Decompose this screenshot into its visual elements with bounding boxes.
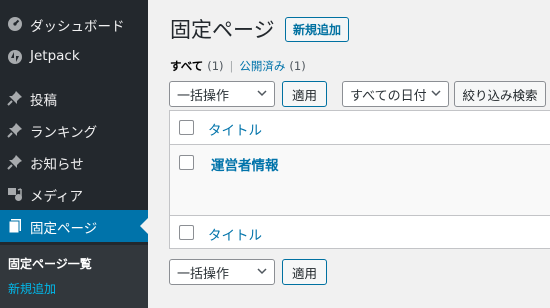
- table-footer: タイトル: [170, 215, 550, 249]
- menu-item-news[interactable]: お知らせ: [0, 146, 148, 178]
- row-checkbox[interactable]: [179, 155, 194, 170]
- menu-item-ranking[interactable]: ランキング: [0, 114, 148, 146]
- media-icon: [6, 185, 24, 203]
- table-header: タイトル: [170, 111, 550, 145]
- filter-published[interactable]: 公開済み: [239, 58, 285, 74]
- submenu-all-pages[interactable]: 固定ページ一覧: [8, 255, 92, 272]
- bulk-action-select-top[interactable]: 一括操作: [169, 81, 275, 107]
- table-row: 運営者情報: [170, 145, 550, 215]
- menu-label: ランキング: [30, 125, 98, 141]
- page-title: 固定ページ: [170, 18, 275, 42]
- admin-sidebar: ダッシュボード Jetpack 投稿 ランキング お知らせ メディア 固定ページ…: [0, 0, 148, 308]
- pages-submenu: 固定ページ一覧 新規追加: [0, 245, 148, 308]
- select-all-checkbox[interactable]: [179, 120, 194, 135]
- submenu-add-new[interactable]: 新規追加: [8, 280, 56, 297]
- menu-item-pages[interactable]: 固定ページ: [0, 210, 148, 242]
- menu-label: Jetpack: [30, 48, 80, 64]
- apply-button-bottom[interactable]: 適用: [282, 259, 327, 285]
- page-title-link[interactable]: 運営者情報: [211, 154, 279, 174]
- menu-item-jetpack[interactable]: Jetpack: [0, 41, 148, 73]
- bulk-action-select-bottom[interactable]: 一括操作: [169, 259, 275, 285]
- apply-button-top[interactable]: 適用: [282, 81, 327, 107]
- pages-table: タイトル 運営者情報 タイトル: [169, 110, 550, 249]
- chevron-down-icon: [256, 87, 268, 99]
- pin-icon: [6, 89, 24, 107]
- column-title-sort-footer[interactable]: タイトル: [208, 224, 262, 244]
- chevron-down-icon: [256, 265, 268, 277]
- menu-item-media[interactable]: メディア: [0, 178, 148, 210]
- menu-item-posts[interactable]: 投稿: [0, 82, 148, 114]
- pin-icon: [6, 121, 24, 139]
- add-new-button[interactable]: 新規追加: [285, 17, 349, 42]
- filter-all[interactable]: すべて: [170, 58, 203, 74]
- menu-label: メディア: [30, 189, 84, 205]
- menu-label: 固定ページ: [30, 221, 98, 237]
- bulk-action-value: 一括操作: [177, 88, 230, 104]
- menu-label: ダッシュボード: [30, 19, 125, 35]
- page-icon: [6, 217, 24, 235]
- filter-published-count: (1): [289, 59, 306, 73]
- filter-separator: |: [229, 59, 234, 73]
- menu-label: お知らせ: [30, 157, 84, 173]
- menu-item-dashboard[interactable]: ダッシュボード: [0, 8, 148, 40]
- dashboard-icon: [6, 15, 24, 33]
- chevron-down-icon: [430, 87, 442, 99]
- status-filters: すべて (1) | 公開済み (1): [170, 58, 306, 74]
- select-all-checkbox-footer[interactable]: [179, 225, 194, 240]
- date-filter-value: すべての日付: [350, 88, 427, 104]
- bulk-action-value: 一括操作: [177, 266, 230, 282]
- date-filter-select[interactable]: すべての日付: [342, 81, 449, 107]
- filter-all-count: (1): [207, 59, 224, 73]
- menu-label: 投稿: [30, 93, 57, 109]
- pin-icon: [6, 153, 24, 171]
- filter-button[interactable]: 絞り込み検索: [454, 81, 546, 107]
- jetpack-icon: [6, 48, 24, 66]
- column-title-sort[interactable]: タイトル: [208, 119, 262, 139]
